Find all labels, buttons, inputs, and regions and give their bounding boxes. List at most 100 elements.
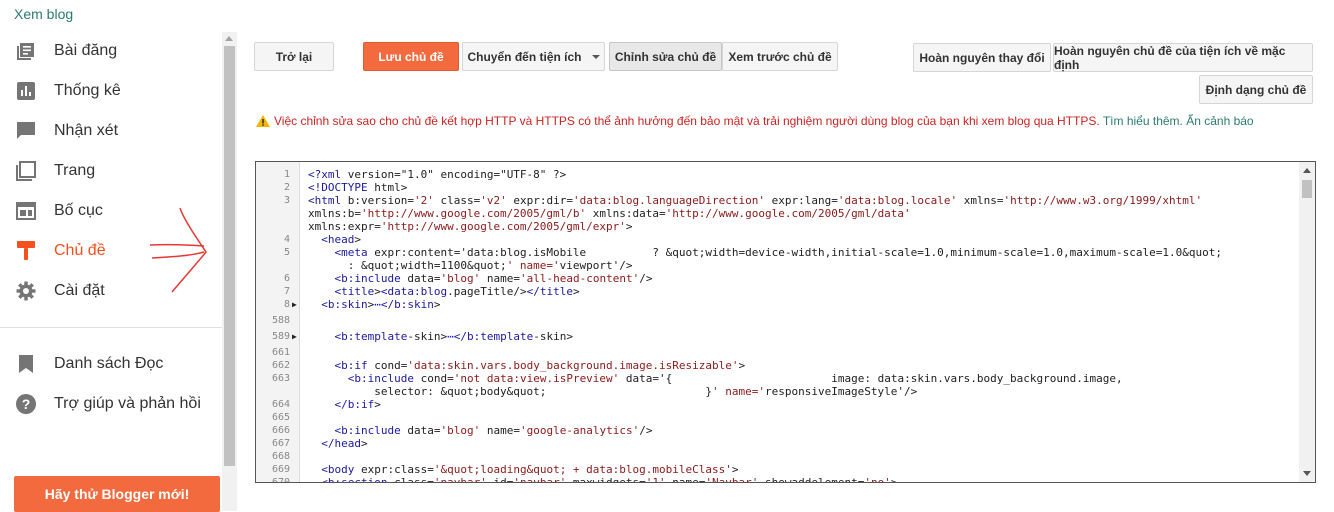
svg-text:?: ?	[22, 396, 31, 412]
line-number: 588	[271, 315, 290, 326]
back-button[interactable]: Trở lại	[254, 42, 334, 71]
line-number: 3	[283, 195, 290, 206]
code-line: selector: &quot;body&quot; }' name='resp…	[256, 385, 1296, 398]
code-text: <b:if cond='data:skin.vars.body_backgrou…	[334, 359, 746, 372]
theme-code-editor[interactable]: 1 <?xml version="1.0" encoding="UTF-8" ?>…	[255, 161, 1316, 483]
code-line: 8 ▶ <b:skin>⋯</b:skin>	[256, 298, 1296, 311]
code-line: 663 <b:include cond='not data:view.isPre…	[256, 372, 1296, 385]
sidebar-item-pages[interactable]: Trang	[0, 151, 222, 191]
sidebar-item-label: Trợ giúp và phản hồi	[54, 395, 201, 412]
stats-icon	[14, 79, 38, 103]
posts-icon	[14, 39, 38, 63]
hide-warning-link[interactable]: Ẩn cảnh báo	[1186, 114, 1253, 128]
line-number: 663	[271, 373, 290, 384]
theme-icon	[14, 239, 38, 263]
line-number: 1	[283, 169, 290, 180]
layout-icon	[14, 199, 38, 223]
line-number: 4	[283, 234, 290, 245]
code-text: </b:if>	[334, 398, 381, 411]
code-line: 665	[256, 411, 1296, 424]
scroll-up-icon[interactable]	[225, 36, 233, 41]
code-line: 1 <?xml version="1.0" encoding="UTF-8" ?>	[256, 168, 1296, 181]
line-number: 661	[271, 347, 290, 358]
sidebar-item-reading-list[interactable]: Danh sách Đọc	[0, 344, 222, 384]
sidebar: Xem blog Bài đăng Thống kê Nhận xét Tran…	[0, 0, 238, 512]
code-line: 662 <b:if cond='data:skin.vars.body_back…	[256, 359, 1296, 372]
line-number: 668	[271, 451, 290, 462]
code-line: 589 ▶ <b:template-skin>⋯</b:template-skin…	[256, 330, 1296, 343]
preview-theme-button[interactable]: Xem trước chủ đề	[722, 42, 838, 71]
fold-toggle-icon[interactable]: ▶	[292, 330, 297, 343]
line-number: 7	[283, 286, 290, 297]
line-number: 6	[283, 273, 290, 284]
sidebar-divider	[0, 327, 222, 328]
code-line: 2 <!DOCTYPE html>	[256, 181, 1296, 194]
code-line: 6 <b:include data='blog' name='all-head-…	[256, 272, 1296, 285]
code-text: xmlns:expr='http://www.google.com/2005/g…	[308, 220, 633, 233]
sidebar-item-label: Thống kê	[54, 82, 121, 99]
code-text: xmlns:b='http://www.google.com/2005/gml/…	[308, 207, 911, 220]
revert-widgets-button[interactable]: Hoàn nguyên chủ đề của tiện ích về mặc đ…	[1053, 43, 1313, 72]
code-line: 5 <meta expr:content='data:blog.isMobile…	[256, 246, 1296, 259]
format-theme-button[interactable]: Định dạng chủ đề	[1199, 75, 1313, 104]
learn-more-link[interactable]: Tìm hiểu thêm.	[1103, 114, 1183, 128]
code-line: 664 </b:if>	[256, 398, 1296, 411]
sidebar-item-posts[interactable]: Bài đăng	[0, 31, 222, 71]
sidebar-item-label: Chủ đề	[54, 242, 106, 259]
help-icon: ?	[14, 392, 38, 416]
sidebar-item-label: Bố cục	[54, 202, 103, 219]
scroll-up-icon[interactable]	[1303, 168, 1311, 173]
code-line: 666 <b:include data='blog' name='google-…	[256, 424, 1296, 437]
line-number: 8	[283, 299, 290, 310]
code-line: 661	[256, 346, 1296, 359]
line-number: 664	[271, 399, 290, 410]
code-text: <meta expr:content='data:blog.isMobile ?…	[334, 246, 1222, 259]
code-text: <b:template-skin>⋯</b:template-skin>	[334, 330, 573, 343]
try-new-blogger-button[interactable]: Hãy thử Blogger mới!	[14, 476, 220, 512]
scroll-down-icon[interactable]	[1303, 471, 1311, 476]
sidebar-item-label: Danh sách Đọc	[54, 355, 164, 372]
code-line: : &quot;width=1100&quot;' name='viewport…	[256, 259, 1296, 272]
sidebar-item-label: Trang	[54, 162, 96, 179]
line-number: 665	[271, 412, 290, 423]
code-text: <?xml version="1.0" encoding="UTF-8" ?>	[308, 168, 567, 181]
jump-to-widget-dropdown[interactable]: Chuyển đến tiện ích	[462, 42, 605, 71]
code-line: xmlns:expr='http://www.google.com/2005/g…	[256, 220, 1296, 233]
code-line: 670 <b:section class='navbar' id='navbar…	[256, 476, 1296, 483]
code-line: 668	[256, 450, 1296, 463]
edit-theme-button[interactable]: Chỉnh sửa chủ đề	[609, 42, 722, 71]
code-line: xmlns:b='http://www.google.com/2005/gml/…	[256, 207, 1296, 220]
sidebar-item-comments[interactable]: Nhận xét	[0, 111, 222, 151]
scrollbar-thumb[interactable]	[224, 46, 235, 466]
code-line: 667 </head>	[256, 437, 1296, 450]
sidebar-item-help[interactable]: ? Trợ giúp và phản hồi	[0, 384, 222, 424]
code-text: <head>	[321, 233, 361, 246]
revert-changes-button[interactable]: Hoàn nguyên thay đổi	[913, 43, 1051, 72]
sidebar-item-stats[interactable]: Thống kê	[0, 71, 222, 111]
view-blog-link[interactable]: Xem blog	[14, 6, 73, 22]
line-number: 670	[271, 477, 290, 483]
pages-icon	[14, 159, 38, 183]
scrollbar-thumb[interactable]	[1302, 180, 1312, 198]
code-line: 4 <head>	[256, 233, 1296, 246]
code-text: <!DOCTYPE html>	[308, 181, 408, 194]
code-text: <body expr:class='&quot;loading&quot; + …	[321, 463, 739, 476]
sidebar-scrollbar[interactable]	[222, 32, 237, 511]
code-line: 669 <body expr:class='&quot;loading&quot…	[256, 463, 1296, 476]
code-line: 7 <title><data:blog.pageTitle/></title>	[256, 285, 1296, 298]
code-text: <b:include cond='not data:view.isPreview…	[347, 372, 1123, 385]
save-theme-button[interactable]: Lưu chủ đề	[363, 42, 459, 71]
code-text: selector: &quot;body&quot; }' name='resp…	[308, 385, 918, 398]
line-number: 2	[283, 182, 290, 193]
code-text: <html b:version='2' class='v2' expr:dir=…	[308, 194, 1203, 207]
line-number: 5	[283, 247, 290, 258]
warning-text: Việc chỉnh sửa sao cho chủ đề kết hợp HT…	[274, 114, 1100, 128]
editor-scrollbar[interactable]	[1299, 162, 1315, 482]
code-text: <b:section class='navbar' id='navbar' ma…	[321, 476, 898, 483]
code-text: <b:include data='blog' name='google-anal…	[334, 424, 653, 437]
settings-icon	[14, 279, 38, 303]
code-text: <b:include data='blog' name='all-head-co…	[334, 272, 653, 285]
fold-toggle-icon[interactable]: ▶	[292, 298, 297, 311]
line-number: 667	[271, 438, 290, 449]
chevron-down-icon	[591, 54, 600, 59]
